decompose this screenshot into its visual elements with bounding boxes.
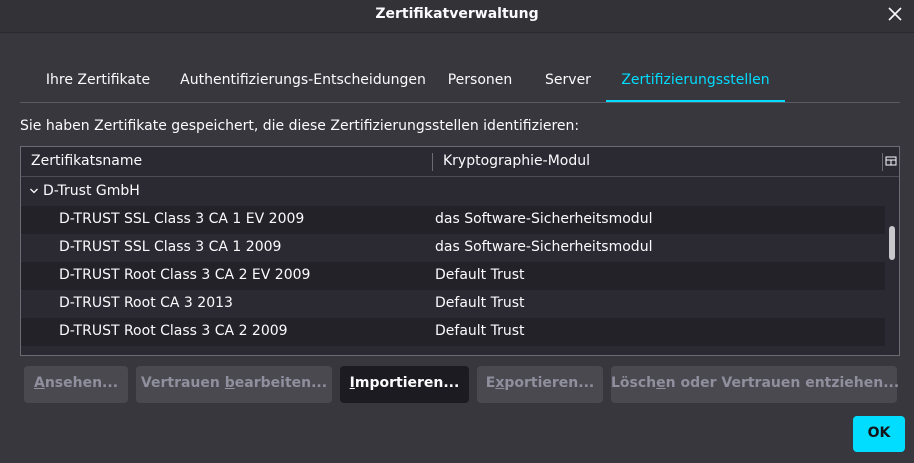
tree-header: Zertifikatsname Kryptographie-Modul — [21, 147, 899, 177]
cert-module: Default Trust — [435, 323, 525, 339]
close-button[interactable] — [886, 5, 904, 23]
group-name: D-Trust GmbH — [43, 183, 140, 199]
certificate-manager-window: Zertifikatverwaltung Ihre Zertifikate Au… — [0, 0, 914, 463]
cert-name: D-TRUST Root Class 3 CA 2 2009 — [59, 323, 288, 339]
table-row[interactable]: D-TRUST SSL Class 3 CA 1 2009 das Softwa… — [21, 234, 885, 262]
cert-module: das Software-Sicherheitsmodul — [435, 211, 653, 227]
view-button[interactable]: Ansehen... — [24, 366, 128, 403]
tab-authorities[interactable]: Zertifizierungsstellen — [606, 60, 785, 102]
titlebar: Zertifikatverwaltung — [0, 0, 914, 33]
tree-scrollbar[interactable] — [886, 178, 898, 355]
label-part: n oder Vertrauen entziehen... — [665, 375, 900, 391]
column-picker-button[interactable] — [883, 147, 899, 177]
label-part: earbeiten... — [234, 375, 328, 391]
cert-name: D-TRUST SSL Class 3 CA 1 EV 2009 — [59, 211, 305, 227]
window-title: Zertifikatverwaltung — [375, 6, 539, 22]
table-row[interactable]: D-TRUST SSL Class 3 CA 1 EV 2009 das Sof… — [21, 206, 885, 234]
cert-name: D-TRUST Root Class 3 CA 2 EV 2009 — [59, 267, 311, 283]
export-button[interactable]: Exportieren... — [477, 366, 603, 403]
label-part: Lösch — [611, 375, 657, 391]
table-row[interactable]: D-TRUST Root CA 3 2013 Default Trust — [21, 290, 885, 318]
tab-divider — [20, 102, 900, 103]
close-icon — [888, 7, 902, 21]
access-key: A — [33, 375, 45, 391]
label-part: mportieren... — [354, 375, 460, 391]
label-part: Vertrauen — [140, 375, 225, 391]
description-text: Sie haben Zertifikate gespeichert, die d… — [20, 118, 580, 134]
cert-module: Default Trust — [435, 267, 525, 283]
tab-servers[interactable]: Server — [530, 60, 606, 102]
tab-bar: Ihre Zertifikate Authentifizierungs-Ents… — [20, 60, 900, 102]
cert-module: Default Trust — [435, 295, 525, 311]
column-header-cert-name[interactable]: Zertifikatsname — [31, 147, 431, 177]
label-part: nsehen... — [44, 375, 119, 391]
access-key: e — [656, 375, 666, 391]
delete-or-distrust-button[interactable]: Löschen oder Vertrauen entziehen... — [611, 366, 900, 403]
certificate-tree[interactable]: Zertifikatsname Kryptographie-Modul D-Tr… — [20, 146, 900, 356]
cert-module: das Software-Sicherheitsmodul — [435, 239, 653, 255]
scrollbar-thumb[interactable] — [889, 226, 895, 260]
label-part: portieren... — [504, 375, 595, 391]
tree-group-row[interactable]: D-Trust GmbH — [21, 178, 885, 206]
cert-name: D-TRUST Root CA 3 2013 — [59, 295, 233, 311]
access-key: b — [224, 375, 235, 391]
column-separator[interactable] — [432, 153, 433, 171]
tab-people[interactable]: Personen — [430, 60, 530, 102]
tree-rows: D-Trust GmbH D-TRUST SSL Class 3 CA 1 EV… — [21, 178, 885, 355]
edit-trust-button[interactable]: Vertrauen bearbeiten... — [136, 366, 332, 403]
tab-your-certificates[interactable]: Ihre Zertifikate — [20, 60, 176, 102]
column-header-crypto-module[interactable]: Kryptographie-Modul — [443, 147, 863, 177]
cert-name: D-TRUST SSL Class 3 CA 1 2009 — [59, 239, 282, 255]
table-row[interactable]: D-TRUST Root Class 3 CA 2 2009 Default T… — [21, 318, 885, 346]
label-part: E — [485, 375, 496, 391]
chevron-down-icon[interactable] — [28, 185, 40, 197]
ok-button[interactable]: OK — [853, 416, 905, 452]
tab-authentication-decisions[interactable]: Authentifizierungs-Entscheidungen — [176, 60, 430, 102]
column-picker-icon — [885, 156, 897, 166]
import-button[interactable]: Importieren... — [340, 366, 469, 403]
table-row[interactable]: D-TRUST Root Class 3 CA 2 EV 2009 Defaul… — [21, 262, 885, 290]
